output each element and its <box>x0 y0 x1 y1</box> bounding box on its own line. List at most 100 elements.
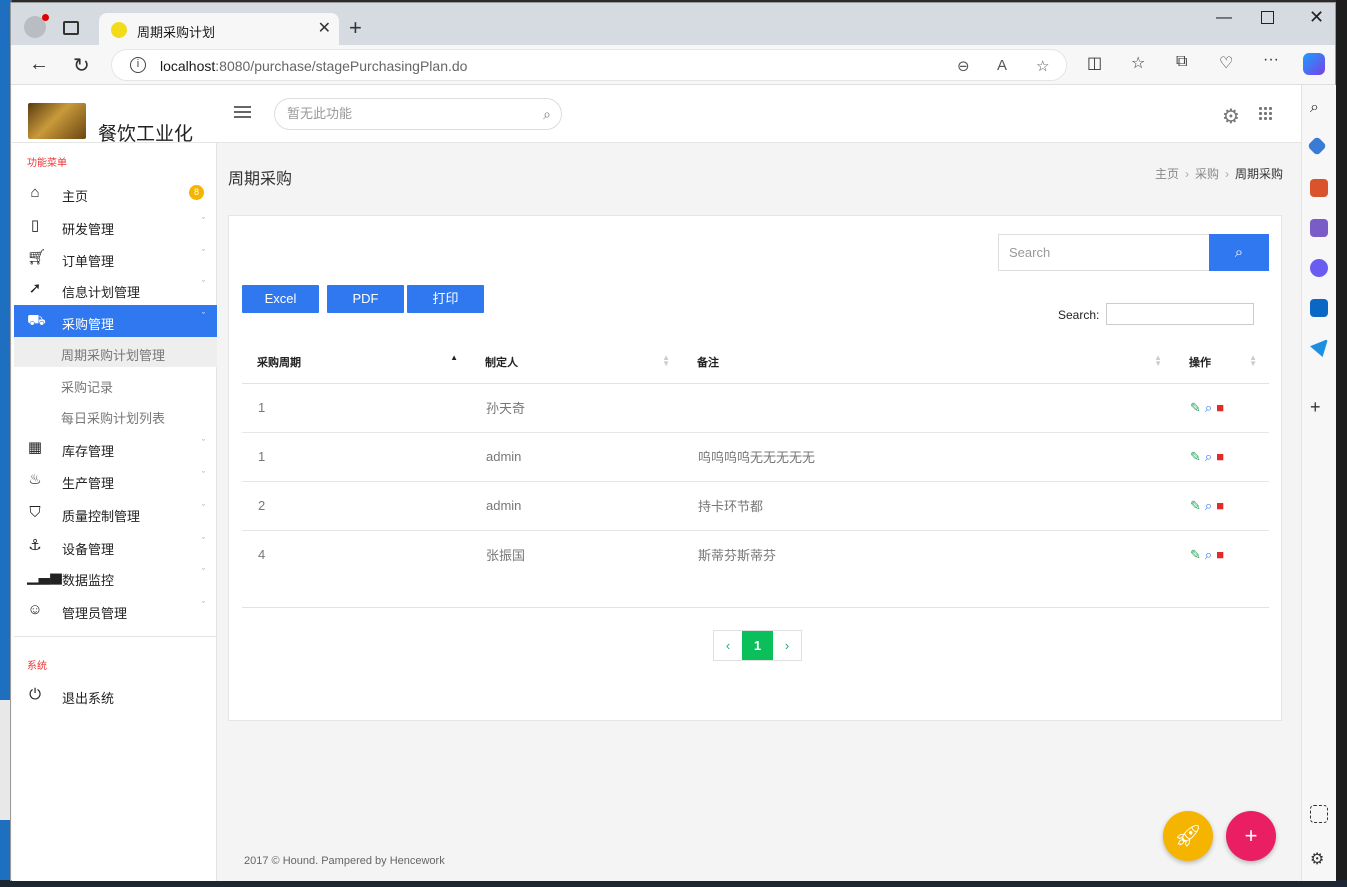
notification-badge: 8 <box>189 185 204 200</box>
chevron-down-icon: ˇ <box>202 567 205 577</box>
edit-pencil-icon[interactable]: ✎ <box>1190 449 1201 465</box>
search-icon[interactable]: ⌕ <box>1310 99 1328 117</box>
shopping-tag-icon[interactable] <box>1307 136 1327 156</box>
sidebar-item-label: 信息计划管理 <box>62 285 141 300</box>
delete-trash-icon[interactable]: ■ <box>1216 400 1224 415</box>
edit-pencil-icon[interactable]: ✎ <box>1190 547 1201 563</box>
cart-icon: 🛒︎ <box>27 249 47 266</box>
sidebar-item-info-plan[interactable]: ➚ 信息计划管理 ˇ <box>14 273 217 305</box>
taskbar <box>0 880 1347 887</box>
apps-grid-icon[interactable] <box>1258 106 1272 120</box>
breadcrumb-purchase[interactable]: 采购 <box>1195 167 1219 181</box>
column-header-period[interactable]: 采购周期 ▲ <box>242 341 470 384</box>
sidebar-item-orders[interactable]: 🛒︎ 订单管理 ˇ <box>14 242 217 274</box>
address-bar: ← ↻ i localhost:8080/purchase/stagePurch… <box>11 45 1335 85</box>
pagination-next[interactable]: › <box>773 631 801 660</box>
sidebar-subitem-records[interactable]: 采购记录 <box>14 369 217 399</box>
search-icon[interactable]: ⌕ <box>543 106 551 123</box>
edit-pencil-icon[interactable]: ✎ <box>1190 498 1201 514</box>
column-header-actions[interactable]: 操作 ▲ ▼ <box>1174 341 1269 384</box>
sidebar-subitem-stage-plan[interactable]: 周期采购计划管理 <box>14 337 217 367</box>
edit-pencil-icon[interactable]: ✎ <box>1190 400 1201 416</box>
export-excel-button[interactable]: Excel <box>242 285 319 313</box>
refresh-icon[interactable]: ↻ <box>73 53 90 78</box>
sidebar-subitem-label: 每日采购计划列表 <box>61 411 166 426</box>
more-menu-icon[interactable]: ··· <box>1263 51 1279 69</box>
plus-icon: + <box>1244 823 1258 848</box>
sidebar-item-monitoring[interactable]: ▁▃▅ 数据监控 ˇ <box>14 561 217 593</box>
cell-note: 持卡环节都 <box>682 481 1174 531</box>
grid-icon: ▦ <box>27 439 43 456</box>
back-icon[interactable]: ← <box>29 53 49 76</box>
table-search-input[interactable] <box>1106 303 1254 325</box>
cell-actions: ✎ ⌕ ■ <box>1174 432 1269 482</box>
outlook-icon[interactable] <box>1310 299 1328 317</box>
gear-icon[interactable]: ⚙ <box>1222 104 1240 129</box>
add-sidebar-icon[interactable]: + <box>1310 397 1328 417</box>
logo-image <box>28 103 86 139</box>
delete-trash-icon[interactable]: ■ <box>1216 498 1224 513</box>
url-field[interactable]: i localhost:8080/purchase/stagePurchasin… <box>111 49 1067 81</box>
add-fab-button[interactable]: + <box>1226 811 1276 861</box>
card-search-input[interactable] <box>1009 245 1199 260</box>
send-icon[interactable] <box>1310 339 1328 357</box>
breadcrumb-home[interactable]: 主页 <box>1155 167 1179 181</box>
delete-trash-icon[interactable]: ■ <box>1216 449 1224 464</box>
profile-icon[interactable] <box>24 14 49 38</box>
export-pdf-button[interactable]: PDF <box>327 285 404 313</box>
sidebar-settings-icon[interactable]: ⚙ <box>1310 849 1328 868</box>
new-tab-icon[interactable]: + <box>349 15 362 41</box>
view-search-icon[interactable]: ⌕ <box>1205 400 1212 416</box>
tab-title: 周期采购计划 <box>137 25 216 40</box>
site-info-icon[interactable]: i <box>130 57 146 73</box>
sidebar-item-admin[interactable]: ☺ 管理员管理 ˇ <box>14 594 217 626</box>
card-search-button[interactable]: ⌕ <box>1209 234 1269 271</box>
favorites-icon[interactable]: ☆ <box>1131 53 1145 73</box>
split-screen-icon[interactable]: ◫ <box>1087 53 1102 73</box>
view-search-icon[interactable]: ⌕ <box>1205 498 1212 514</box>
performance-icon[interactable]: ♡ <box>1219 53 1233 73</box>
sidebar-item-logout[interactable]: ⏻ 退出系统 <box>14 679 217 711</box>
chevron-down-icon: ˇ <box>202 311 205 321</box>
games-icon[interactable] <box>1310 219 1328 237</box>
microsoft365-icon[interactable] <box>1310 259 1328 277</box>
tab-actions-icon[interactable] <box>63 21 79 35</box>
sidebar-item-equipment[interactable]: ⚓︎ 设备管理 ˇ <box>14 530 217 562</box>
cell-note: 斯蒂芬斯蒂芬 <box>698 548 777 564</box>
top-search-input[interactable] <box>287 106 527 121</box>
cell-maker: 孙天奇 <box>470 383 682 433</box>
copilot-icon[interactable] <box>1303 53 1325 75</box>
maximize-icon[interactable] <box>1261 11 1274 24</box>
view-search-icon[interactable]: ⌕ <box>1205 547 1212 563</box>
view-search-icon[interactable]: ⌕ <box>1205 449 1212 465</box>
app-viewport: 餐饮工业化 ⌕ ⚙ 功能菜单 ⌂ 主页 8 ▯ 研发管理 ˇ 🛒︎ <box>12 85 1301 881</box>
sidebar-item-purchase[interactable]: ⛟ 采购管理 ˇ <box>14 305 217 337</box>
sidebar-item-production[interactable]: ♨ 生产管理 ˇ <box>14 464 217 496</box>
zoom-icon[interactable]: ⊖ <box>957 57 970 75</box>
pagination-prev[interactable]: ‹ <box>714 631 742 660</box>
window-close-icon[interactable]: ✕ <box>1309 7 1324 28</box>
sidebar-item-quality[interactable]: ⛉ 质量控制管理 ˇ <box>14 497 217 529</box>
tools-icon[interactable] <box>1310 179 1328 197</box>
read-aloud-icon[interactable]: A <box>997 57 1007 74</box>
sidebar-item-rnd[interactable]: ▯ 研发管理 ˇ <box>14 210 217 242</box>
column-header-maker[interactable]: 制定人 ▲ ▼ <box>470 341 682 384</box>
sidebar-item-home[interactable]: ⌂ 主页 8 <box>14 177 217 209</box>
print-button[interactable]: 打印 <box>407 285 484 313</box>
menu-toggle-icon[interactable] <box>234 106 251 118</box>
minimize-icon[interactable]: — <box>1216 9 1232 27</box>
favorite-star-icon[interactable]: ☆ <box>1036 57 1049 75</box>
column-header-note[interactable]: 备注 ▲ ▼ <box>682 341 1174 384</box>
pagination-page-1[interactable]: 1 <box>742 631 773 660</box>
table-bottom-border <box>242 607 1269 608</box>
delete-trash-icon[interactable]: ■ <box>1216 547 1224 562</box>
tab-close-icon[interactable]: ✕ <box>318 18 331 38</box>
screenshot-icon[interactable] <box>1310 805 1328 823</box>
rocket-fab-button[interactable]: 🚀︎ <box>1163 811 1213 861</box>
sidebar-subitem-daily-plan[interactable]: 每日采购计划列表 <box>14 400 217 430</box>
browser-tab[interactable]: 周期采购计划 ✕ <box>99 13 339 46</box>
sidebar-item-inventory[interactable]: ▦ 库存管理 ˇ <box>14 432 217 464</box>
collections-icon[interactable]: ⧉ <box>1176 53 1187 71</box>
sidebar-item-label: 质量控制管理 <box>62 509 141 524</box>
search-icon: ⌕ <box>1234 244 1244 261</box>
